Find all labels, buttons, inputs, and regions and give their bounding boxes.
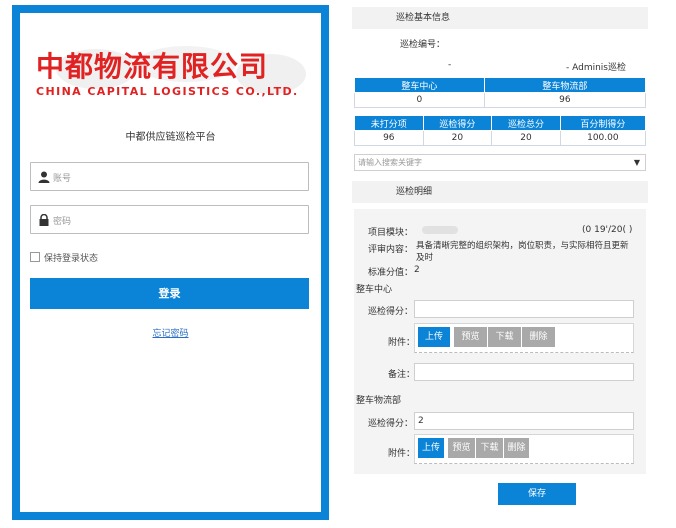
- upload-button[interactable]: 上传: [418, 438, 444, 458]
- remark-input[interactable]: [414, 363, 634, 381]
- standard-score-value: 2: [414, 265, 420, 275]
- redacted-module-name: [422, 226, 458, 234]
- login-panel: 中都物流有限公司 CHINA CAPITAL LOGISTICS CO.,LTD…: [12, 5, 329, 520]
- score-label: 巡检得分：: [368, 419, 414, 429]
- review-label: 评审内容：: [368, 245, 414, 255]
- logo-chinese-text: 中都物流有限公司: [36, 50, 269, 83]
- inspector-name: - Adminis巡检: [566, 63, 626, 73]
- download-button[interactable]: 下载: [488, 327, 522, 347]
- password-input[interactable]: 密码: [30, 205, 309, 234]
- attachment-label: 附件：: [388, 449, 416, 459]
- inspection-form: 巡检基本信息 巡检编号： - - Adminis巡检 整车中心 整车物流部 0 …: [352, 0, 648, 528]
- delete-button[interactable]: 删除: [504, 438, 530, 458]
- meta-dash: -: [448, 60, 452, 70]
- review-text-line1: 具备清晰完整的组织架构，岗位职责，与实际相符且更新: [416, 241, 629, 251]
- remark-label: 备注：: [388, 370, 416, 380]
- score-input[interactable]: [414, 300, 634, 318]
- company-logo: 中都物流有限公司 CHINA CAPITAL LOGISTICS CO.,LTD…: [36, 39, 318, 109]
- attachment-toolbar: 上传 预览 下载 删除: [414, 434, 634, 464]
- user-icon: [38, 171, 50, 183]
- review-text-line2: 及时: [416, 253, 434, 263]
- caret-down-icon[interactable]: ▼: [634, 155, 640, 170]
- password-placeholder: 密码: [53, 217, 72, 227]
- score-input[interactable]: 2: [414, 412, 634, 430]
- lock-icon: [39, 214, 49, 226]
- score-header: 巡检总分: [491, 115, 561, 131]
- score-header: 百分制得分: [559, 115, 647, 131]
- attachment-label: 附件：: [388, 338, 416, 348]
- standard-score-label: 标准分值：: [368, 268, 414, 278]
- search-select[interactable]: 请输入搜索关键字 ▼: [354, 154, 646, 171]
- save-button[interactable]: 保存: [498, 483, 576, 505]
- module-label: 项目模块：: [368, 228, 414, 238]
- department-score-table: 整车中心 整车物流部 0 96: [354, 77, 647, 108]
- platform-title: 中都供应链巡检平台: [125, 132, 216, 143]
- score-label: 巡检得分：: [368, 307, 414, 317]
- upload-button[interactable]: 上传: [418, 327, 450, 347]
- dept-value: 0: [354, 92, 485, 108]
- score-value: 20: [422, 130, 493, 146]
- dept-value: 96: [483, 92, 647, 108]
- username-placeholder: 账号: [53, 174, 72, 184]
- username-input[interactable]: 账号: [30, 162, 309, 191]
- score-header: 巡检得分: [422, 115, 493, 131]
- dept-header: 整车物流部: [483, 77, 647, 93]
- inspection-no-label: 巡检编号：: [400, 40, 446, 50]
- remember-label: 保持登录状态: [44, 254, 99, 264]
- inspection-detail-panel: 项目模块： (0 19'/20( ) 评审内容： 具备清晰完整的组织架构，岗位职…: [354, 209, 646, 474]
- detail-header: 巡检明细: [352, 181, 648, 203]
- summary-score-table: 未打分项 巡检得分 巡检总分 百分制得分 96 20 20 100.00: [354, 115, 647, 146]
- dept-header: 整车中心: [354, 77, 485, 93]
- score-value: 96: [354, 130, 424, 146]
- remember-login-checkbox[interactable]: 保持登录状态: [30, 251, 98, 264]
- login-button[interactable]: 登录: [30, 278, 309, 309]
- score-value: 100.00: [559, 130, 647, 146]
- delete-button[interactable]: 删除: [522, 327, 556, 347]
- search-placeholder: 请输入搜索关键字: [358, 158, 422, 167]
- score-header: 未打分项: [354, 115, 424, 131]
- logo-english-text: CHINA CAPITAL LOGISTICS CO.,LTD.: [36, 85, 299, 98]
- checkbox-box[interactable]: [30, 252, 40, 262]
- item-counter: (0 19'/20( ): [582, 225, 633, 235]
- preview-button[interactable]: 预览: [448, 438, 476, 458]
- preview-button[interactable]: 预览: [454, 327, 488, 347]
- attachment-toolbar: 上传 预览 下载 删除: [414, 323, 634, 353]
- basic-info-header: 巡检基本信息: [352, 7, 648, 29]
- group-title: 整车中心: [356, 285, 393, 295]
- score-value: 20: [491, 130, 561, 146]
- forgot-password-link[interactable]: 忘记密码: [20, 326, 321, 339]
- group-title: 整车物流部: [356, 396, 402, 406]
- download-button[interactable]: 下载: [476, 438, 504, 458]
